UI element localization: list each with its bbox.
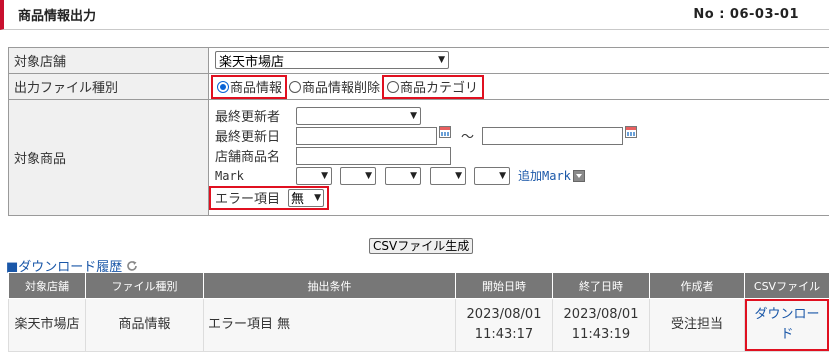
mark-select-3[interactable]: ▼ <box>385 167 421 185</box>
add-mark-dropdown-icon[interactable] <box>573 170 585 182</box>
chevron-down-icon: ▼ <box>410 111 417 121</box>
store-product-name-label: 店舗商品名 <box>215 146 296 165</box>
col-file-type: ファイル種別 <box>86 273 204 299</box>
radio-button-selected[interactable] <box>217 81 229 93</box>
document-number: No : 06-03-01 <box>693 7 799 22</box>
radio-button[interactable] <box>289 81 301 93</box>
download-link[interactable]: ダウンロード <box>745 299 829 351</box>
cell-end-time: 2023/08/01 11:43:19 <box>553 299 650 352</box>
mark-select-5[interactable]: ▼ <box>474 167 510 185</box>
last-updater-label: 最終更新者 <box>215 106 296 125</box>
generate-csv-button[interactable]: CSVファイル生成 <box>369 238 473 254</box>
mark-select-4[interactable]: ▼ <box>430 167 466 185</box>
page-header: 商品情報出力 No : 06-03-01 <box>0 0 829 30</box>
last-updater-select[interactable]: ▼ <box>296 107 421 125</box>
table-row: 楽天市場店 商品情報 エラー項目 無 2023/08/01 11:43:17 2… <box>9 299 829 352</box>
radio-product-info-label: 商品情報 <box>230 77 282 96</box>
end-date: 2023/08/01 <box>553 305 649 325</box>
radio-product-category[interactable]: 商品カテゴリ <box>382 75 484 99</box>
error-item-select-value: 無 <box>291 188 304 207</box>
radio-product-delete[interactable]: 商品情報削除 <box>287 77 382 96</box>
error-item-select[interactable]: 無 ▼ <box>288 189 324 207</box>
col-store: 対象店舗 <box>9 273 86 299</box>
col-start-time: 開始日時 <box>456 273 553 299</box>
mark-label: Mark <box>215 169 296 183</box>
radio-button[interactable] <box>387 81 399 93</box>
cell-creator: 受注担当 <box>650 299 745 352</box>
last-updated-label: 最終更新日 <box>215 126 296 145</box>
store-label: 対象店舗 <box>9 48 209 74</box>
radio-product-delete-label: 商品情報削除 <box>302 77 380 96</box>
add-mark-link[interactable]: 追加Mark <box>518 167 571 184</box>
col-creator: 作成者 <box>650 273 745 299</box>
range-separator: ～ <box>461 126 474 145</box>
page-title: 商品情報出力 <box>18 5 96 24</box>
radio-product-category-label: 商品カテゴリ <box>400 77 478 96</box>
radio-product-info[interactable]: 商品情報 <box>211 75 287 99</box>
chevron-down-icon: ▼ <box>499 171 506 181</box>
store-select[interactable]: 楽天市場店 ▼ <box>215 51 449 69</box>
cell-condition: エラー項目 無 <box>204 299 456 352</box>
date-from-input[interactable] <box>296 127 437 145</box>
output-settings-form: 対象店舗 楽天市場店 ▼ 出力ファイル種別 商品情報 商品情報削除 <box>8 47 829 216</box>
date-to-input[interactable] <box>482 127 623 145</box>
calendar-icon[interactable] <box>439 126 451 138</box>
cell-file-type: 商品情報 <box>86 299 204 352</box>
cell-start-time: 2023/08/01 11:43:17 <box>456 299 553 352</box>
cell-store: 楽天市場店 <box>9 299 86 352</box>
calendar-icon[interactable] <box>625 126 637 138</box>
col-end-time: 終了日時 <box>553 273 650 299</box>
chevron-down-icon: ▼ <box>410 171 417 181</box>
chevron-down-icon: ▼ <box>438 55 445 65</box>
target-product-label: 対象商品 <box>9 100 209 216</box>
col-csv-file: CSVファイル <box>745 273 829 299</box>
chevron-down-icon: ▼ <box>314 193 321 203</box>
store-select-value: 楽天市場店 <box>219 51 284 70</box>
file-type-label: 出力ファイル種別 <box>9 74 209 100</box>
error-item-label: エラー項目 <box>215 188 280 207</box>
cell-csv: ダウンロード <box>745 299 829 352</box>
error-item-filter: エラー項目 無 ▼ <box>209 186 329 210</box>
mark-select-2[interactable]: ▼ <box>340 167 376 185</box>
start-date: 2023/08/01 <box>456 305 552 325</box>
chevron-down-icon: ▼ <box>365 171 372 181</box>
store-product-name-input[interactable] <box>296 147 451 165</box>
start-time: 11:43:17 <box>456 325 552 345</box>
refresh-icon[interactable] <box>126 260 138 272</box>
mark-select-1[interactable]: ▼ <box>296 167 332 185</box>
chevron-down-icon: ▼ <box>455 171 462 181</box>
chevron-down-icon: ▼ <box>321 171 328 181</box>
download-history-table: 対象店舗 ファイル種別 抽出条件 開始日時 終了日時 作成者 CSVファイル 楽… <box>8 272 829 352</box>
col-condition: 抽出条件 <box>204 273 456 299</box>
end-time: 11:43:19 <box>553 325 649 345</box>
